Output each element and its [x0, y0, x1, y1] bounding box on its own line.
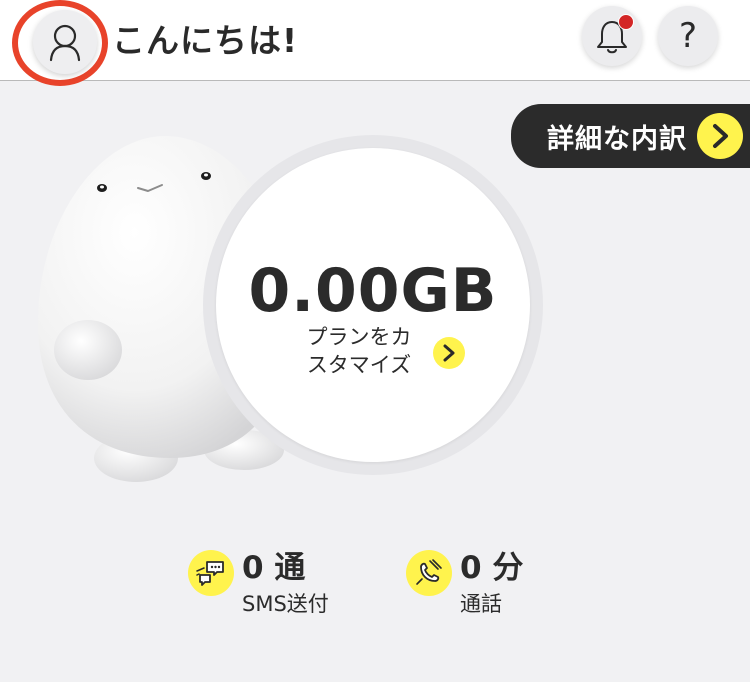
chevron-right-icon [697, 113, 743, 159]
sms-count: 0 通 [242, 550, 306, 586]
sms-stat: 0 通 SMS送付 [188, 542, 358, 622]
message-icon [188, 550, 234, 596]
notification-badge [618, 14, 634, 30]
data-usage-ring: 0.00GB プランをカスタマイズ [203, 135, 543, 475]
data-amount: 0.00GB [248, 256, 498, 326]
call-stat: 0 分 通話 [406, 542, 576, 622]
call-label: 通話 [460, 592, 502, 616]
greeting-title: こんにちは! [112, 21, 299, 60]
details-label: 詳細な内訳 [547, 123, 687, 155]
customize-plan-label: プランをカスタマイズ [306, 325, 412, 377]
notification-button[interactable] [582, 6, 642, 66]
data-usage-card: 0.00GB プランをカスタマイズ [216, 148, 530, 462]
help-icon: ? [678, 16, 698, 56]
avatar-button[interactable] [33, 10, 97, 74]
user-icon [49, 24, 81, 62]
customize-plan-link[interactable]: プランをカスタマイズ [299, 323, 489, 379]
sms-label: SMS送付 [242, 592, 329, 616]
phone-icon [406, 550, 452, 596]
app-header: こんにちは! ? [0, 0, 750, 86]
help-button[interactable]: ? [658, 6, 718, 66]
chevron-right-icon [433, 337, 465, 369]
call-minutes: 0 分 [460, 550, 524, 586]
details-button[interactable]: 詳細な内訳 [511, 104, 750, 168]
